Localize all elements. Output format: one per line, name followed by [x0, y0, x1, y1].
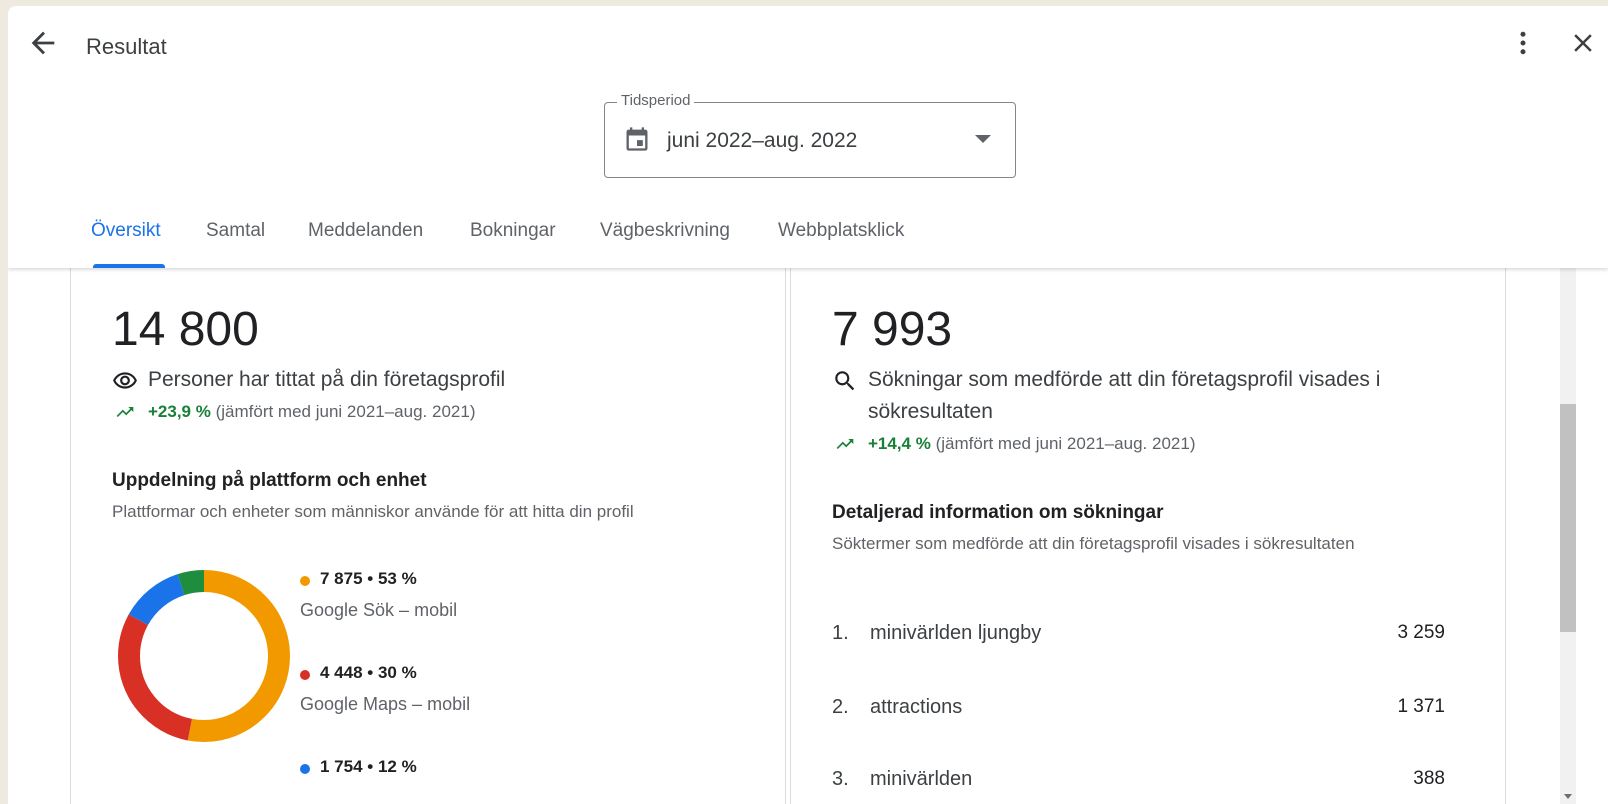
search-row-count: 1 371 [1397, 696, 1445, 717]
legend-value-maps-mobile: 4 448 • 30 % [320, 663, 417, 682]
back-button[interactable] [26, 26, 60, 60]
more-options-button[interactable] [1508, 28, 1538, 58]
tab-vagbeskrivning[interactable]: Vägbeskrivning [600, 220, 730, 242]
search-row-term: attractions [870, 696, 963, 718]
platform-breakdown-title: Uppdelning på plattform och enhet [112, 470, 427, 491]
legend-value-third: 1 754 • 12 % [320, 757, 417, 776]
eye-icon [113, 372, 137, 389]
tab-meddelanden[interactable]: Meddelanden [308, 220, 423, 242]
close-icon [1574, 34, 1592, 52]
scrollbar-thumb[interactable] [1560, 404, 1576, 632]
period-select[interactable]: Tidsperiod juni 2022–aug. 2022 [604, 92, 1016, 178]
searches-description-line2: sökresultaten [868, 400, 993, 423]
profile-views-trend: +23,9 % (jämfört med juni 2021–aug. 2021… [148, 402, 475, 422]
search-row-count: 388 [1413, 768, 1445, 789]
scroll-down-arrow-icon[interactable] [1564, 794, 1572, 799]
platform-breakdown-subtitle: Plattformar och enheter som människor an… [112, 502, 634, 521]
searches-change: +14,4 % [868, 434, 931, 453]
searches-trend: +14,4 % (jämfört med juni 2021–aug. 2021… [868, 434, 1195, 454]
legend-dot-third [300, 764, 310, 774]
searches-total: 7 993 [832, 303, 953, 356]
calendar-icon [626, 127, 648, 151]
profile-views-comparison: (jämfört med juni 2021–aug. 2021) [215, 402, 476, 421]
legend-value-search-mobile: 7 875 • 53 % [320, 569, 417, 588]
tab-bokningar[interactable]: Bokningar [470, 220, 556, 242]
trending-up-icon [836, 439, 854, 449]
search-row-index: 1. [832, 622, 849, 644]
platform-donut-chart [118, 570, 290, 742]
trending-up-icon [116, 407, 134, 417]
more-vert-icon [1520, 31, 1526, 55]
period-value: juni 2022–aug. 2022 [667, 129, 858, 152]
legend-dot-search-mobile [300, 576, 310, 586]
legend-name-maps-mobile: Google Maps – mobil [300, 694, 471, 714]
close-button[interactable] [1568, 28, 1598, 58]
active-tab-indicator [93, 264, 165, 268]
arrow-back-icon [31, 31, 55, 55]
searches-comparison: (jämfört med juni 2021–aug. 2021) [935, 434, 1196, 453]
tab-webbplatsklick[interactable]: Webbplatsklick [778, 220, 904, 242]
legend-dot-maps-mobile [300, 670, 310, 680]
search-details-title: Detaljerad information om sökningar [832, 502, 1164, 523]
results-dialog: Resultat Tidsperiod juni 2022–aug. 2022 … [8, 6, 1608, 804]
profile-views-change: +23,9 % [148, 402, 211, 421]
search-row-count: 3 259 [1397, 622, 1445, 643]
profile-views-total: 14 800 [112, 303, 259, 356]
search-row-term: minivärlden [870, 768, 973, 790]
search-row-index: 3. [832, 768, 849, 790]
legend-name-search-mobile: Google Sök – mobil [300, 600, 458, 620]
search-details-subtitle: Söktermer som medförde att din företagsp… [832, 534, 1355, 553]
dialog-header: Resultat Tidsperiod juni 2022–aug. 2022 … [8, 6, 1608, 268]
tab-bar: Översikt Samtal Meddelanden Bokningar Vä… [8, 216, 1008, 268]
dialog-title: Resultat [86, 34, 167, 59]
search-row-term: minivärlden ljungby [870, 622, 1042, 644]
tab-oversikt[interactable]: Översikt [91, 220, 161, 242]
tab-samtal[interactable]: Samtal [206, 220, 265, 242]
search-row-index: 2. [832, 696, 849, 718]
searches-description-line1: Sökningar som medförde att din företagsp… [868, 368, 1381, 391]
profile-views-description: Personer har tittat på din företagsprofi… [148, 368, 506, 391]
period-label: Tidsperiod [617, 92, 695, 109]
dropdown-arrow-icon [975, 135, 991, 143]
search-icon [835, 371, 855, 391]
